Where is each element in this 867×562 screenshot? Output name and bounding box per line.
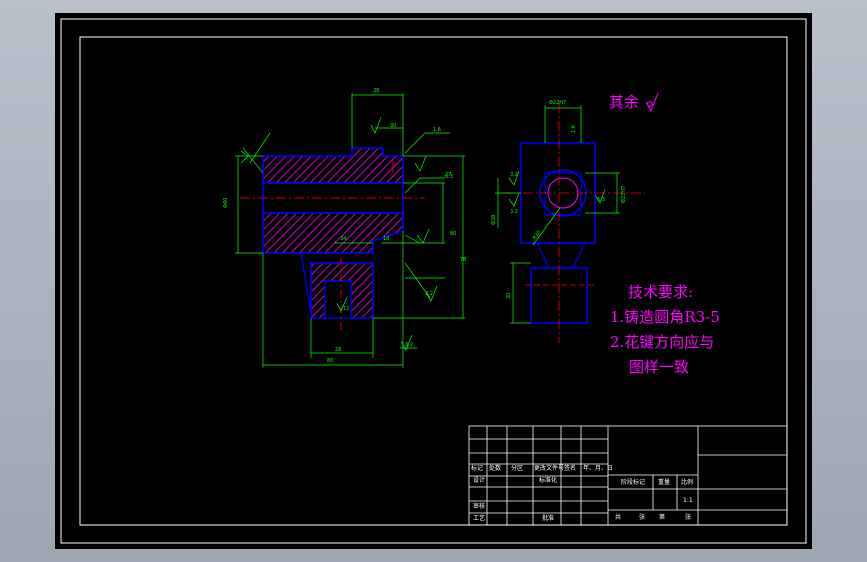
svg-text:1.6: 1.6 [433,127,441,133]
tb-process: 工艺 [473,515,486,522]
svg-text:80: 80 [327,358,333,364]
tb-stage-mark: 阶段标记 [621,479,646,486]
svg-text:34: 34 [340,236,346,242]
tb-sheets-total: 共 [615,514,622,521]
tb-header-change-doc: 更改文件号 [534,465,565,472]
svg-text:1.6: 1.6 [571,125,577,133]
svg-text:30: 30 [390,123,396,129]
svg-text:Φ22H7: Φ22H7 [549,100,566,106]
tb-review: 审核 [473,503,486,510]
hatched-section-upper [262,147,404,184]
tb-header-zone: 分区 [511,465,524,472]
tb-header-count: 处数 [489,465,502,472]
tb-scale-value: 1:1 [683,497,693,504]
svg-text:3.2: 3.2 [405,342,413,348]
tb-sheet-no: 第 [659,514,666,521]
svg-text:Φ22H7: Φ22H7 [621,186,627,203]
tech-requirement-2-line2: 图样一致 [629,358,690,376]
svg-text:18: 18 [383,236,389,242]
svg-text:12: 12 [343,306,349,312]
svg-text:30: 30 [506,293,512,299]
tb-sheets-label: 张 [639,514,646,521]
svg-text:Φ38: Φ38 [491,215,497,225]
section-view: 38 30 Φ40 80 28 80 78 27 34 18 1.6 6.3 3… [223,88,466,368]
hatched-section-lower [262,212,404,254]
cad-viewport: 38 30 Φ40 80 28 80 78 27 34 18 1.6 6.3 3… [0,0,867,562]
drawing-canvas: 38 30 Φ40 80 28 80 78 27 34 18 1.6 6.3 3… [60,18,807,544]
tech-requirement-2-line1: 2.花键方向应与 [610,333,715,351]
tb-header-signature: 签名 [564,465,577,472]
svg-text:R30: R30 [532,230,543,242]
svg-text:78: 78 [460,257,466,263]
tb-weight: 重量 [658,479,671,486]
svg-text:3.2: 3.2 [425,291,433,297]
svg-text:38: 38 [373,88,379,94]
title-block [468,425,788,526]
tech-requirement-1: 1.铸造圆角R3-5 [610,308,720,326]
tb-sheet-label: 张 [685,514,692,521]
svg-text:80: 80 [450,231,456,237]
tb-approve: 批准 [542,515,555,522]
svg-text:6.3: 6.3 [597,197,605,203]
tb-scale: 比例 [681,479,694,486]
tb-standardization: 标准化 [539,477,558,484]
roughness-note: 其余 [609,93,640,111]
outer-frame [60,18,807,544]
svg-text:3.2: 3.2 [510,172,518,178]
roughness-symbol [645,92,659,113]
tb-design: 设计 [473,477,486,484]
svg-text:3.2: 3.2 [510,209,518,215]
svg-text:28: 28 [335,347,341,353]
tb-header-mark: 标记 [471,465,484,472]
tech-requirements-title: 技术要求: [628,283,694,301]
drawing-sheet: 38 30 Φ40 80 28 80 78 27 34 18 1.6 6.3 3… [55,13,812,549]
svg-text:Φ40: Φ40 [223,198,229,208]
tb-header-date: 年、月、日 [583,465,614,472]
svg-text:6.3: 6.3 [445,174,453,180]
